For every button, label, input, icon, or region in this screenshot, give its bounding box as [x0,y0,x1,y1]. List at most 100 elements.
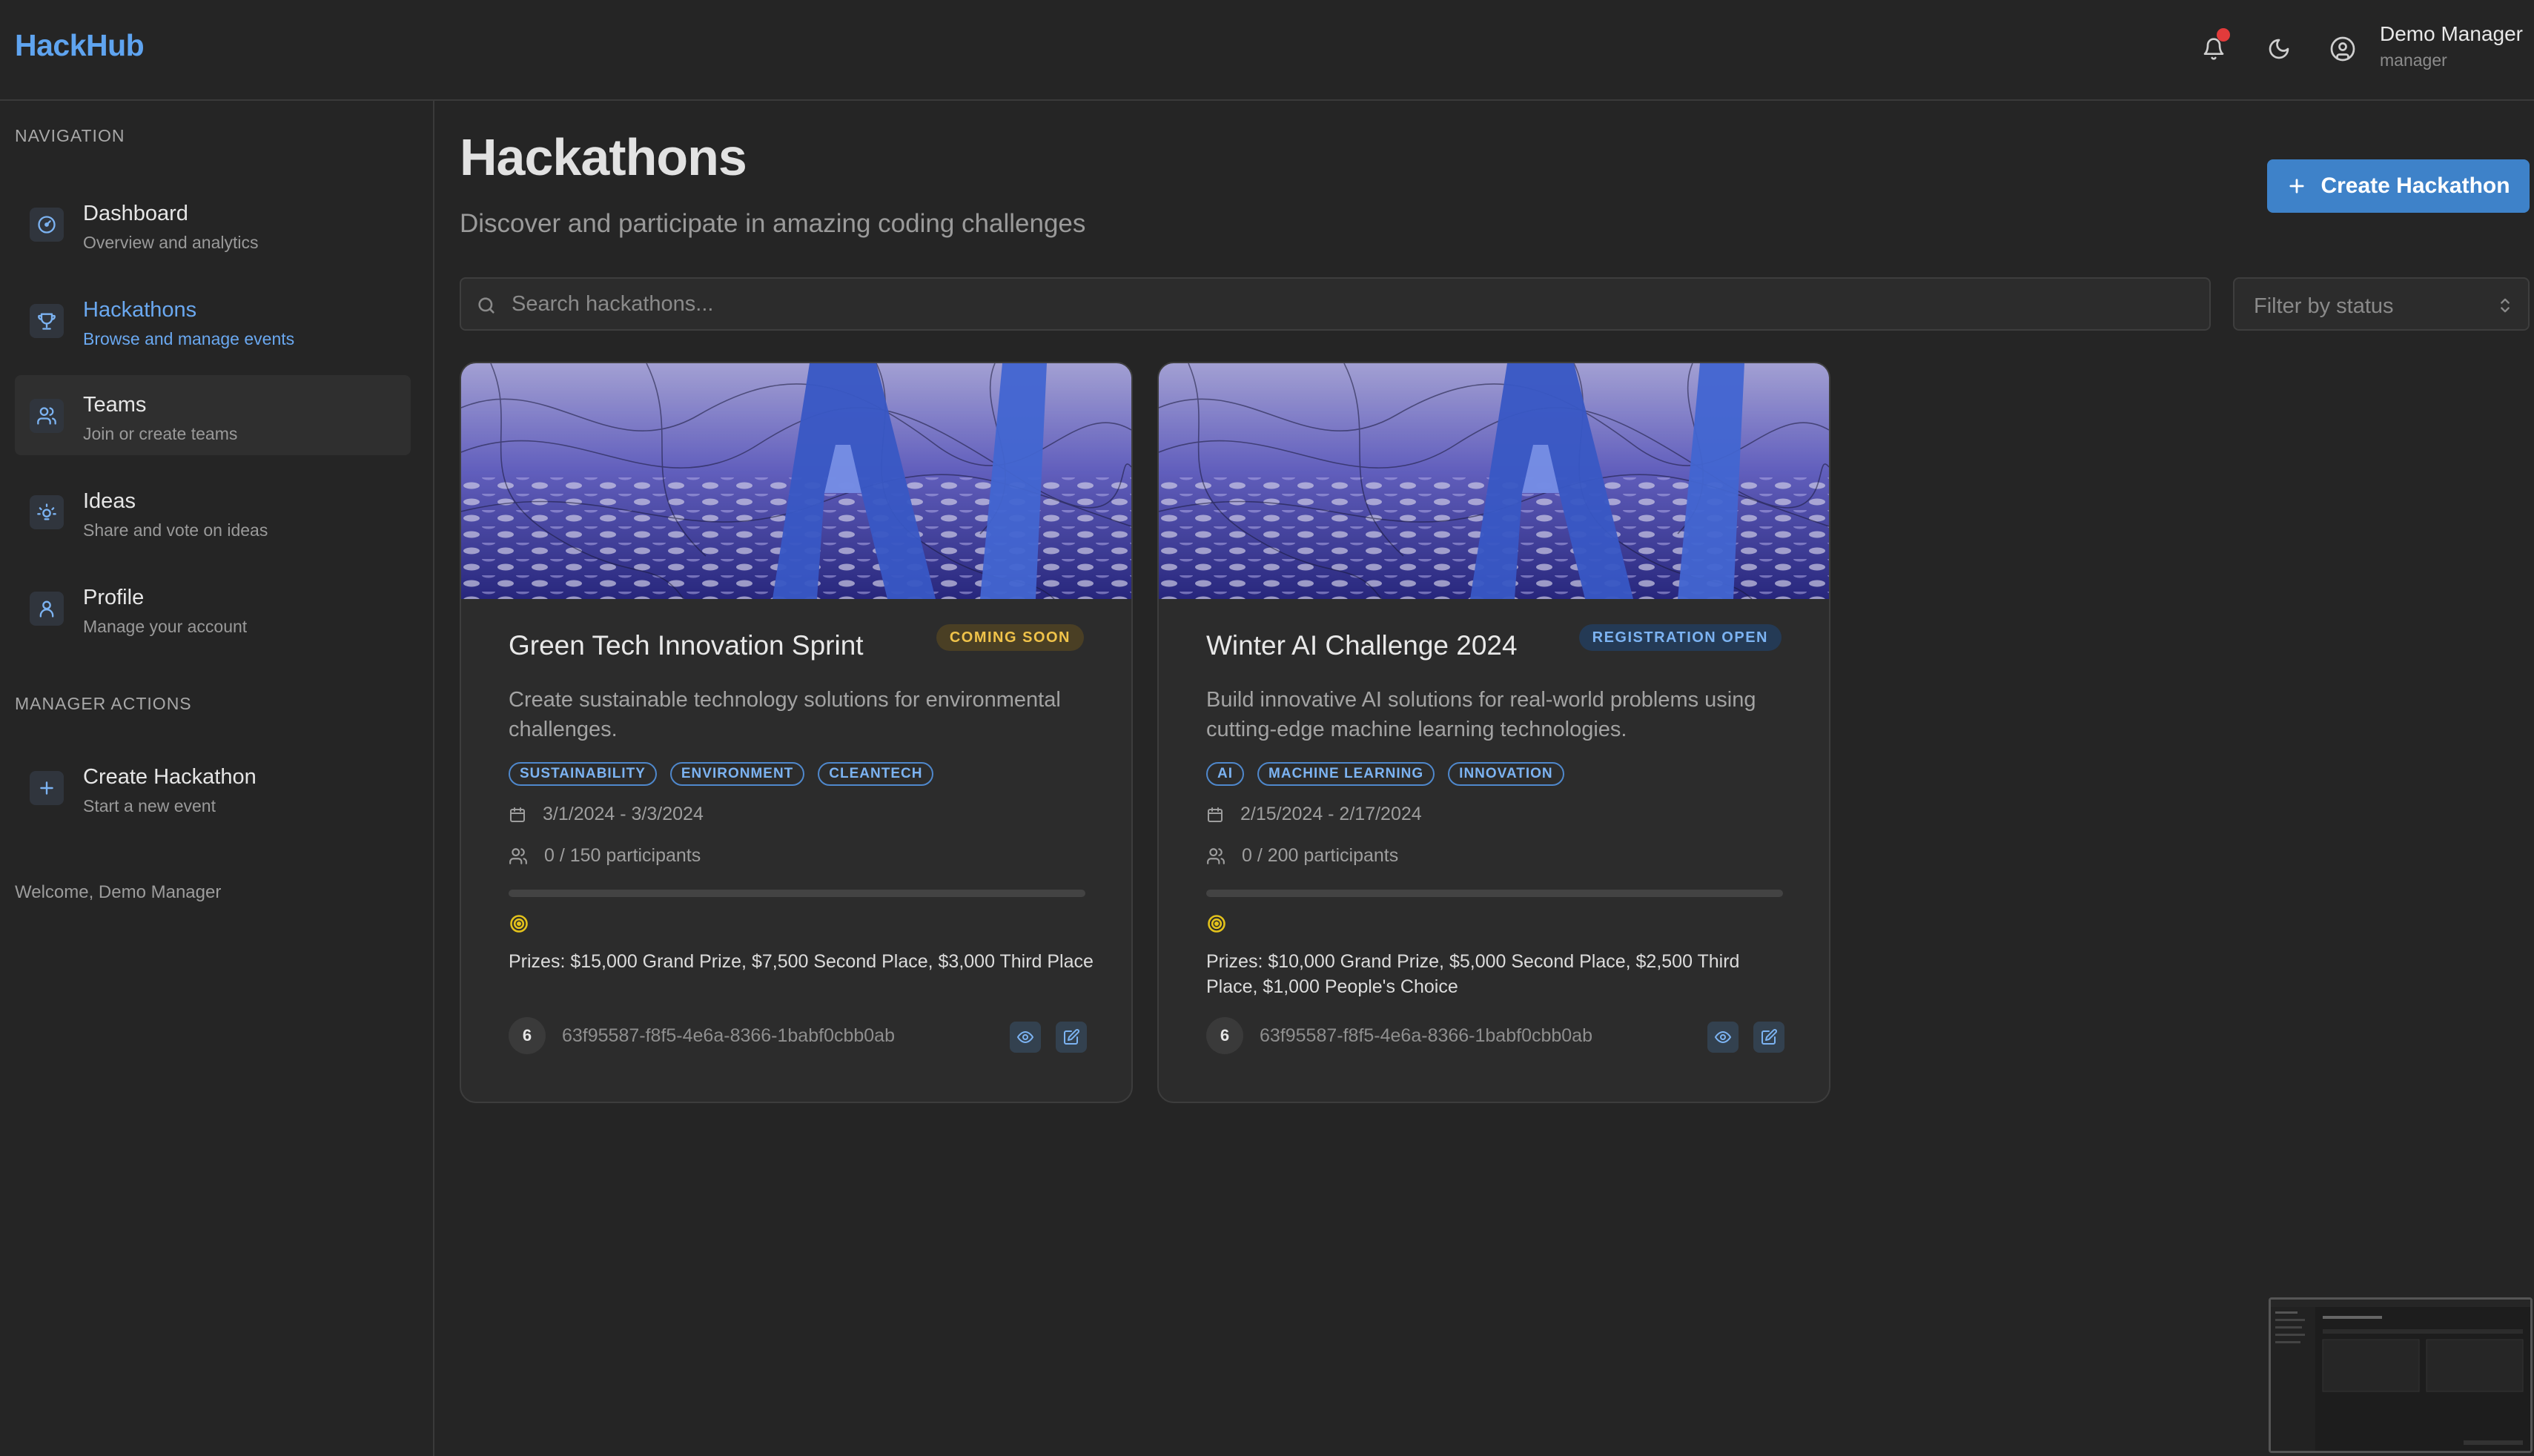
participants-progress-bar [509,890,1085,897]
sidebar-item-description: Overview and analytics [83,233,259,252]
hackathon-id: 63f95587-f8f5-4e6a-8366-1babf0cbb0ab [1260,1025,1592,1046]
tag-chip: CLEANTECH [818,762,934,786]
tag-chip: SUSTAINABILITY [509,762,657,786]
sidebar-item-description: Manage your account [83,617,248,636]
edit-icon [1064,1029,1079,1045]
sidebar: NAVIGATION Dashboard Overview and analyt… [0,101,434,1456]
preview-image [2271,1300,2530,1451]
search-box [460,277,2211,331]
plus-icon [40,781,53,795]
top-header: HackHub Demo Manager manager [0,0,2534,101]
hackathon-card[interactable]: Green Tech Innovation Sprint COMING SOON… [460,362,1133,1103]
edit-button[interactable] [1056,1022,1087,1053]
lightbulb-icon [37,503,56,520]
hackathon-description: Build innovative AI solutions for real-w… [1206,688,1756,741]
hackathon-title: Green Tech Innovation Sprint [509,630,864,661]
moon-icon [2269,39,2289,59]
sidebar-item-ideas[interactable]: Ideas Share and vote on ideas [15,471,411,552]
status-filter-select[interactable]: Filter by status [2233,277,2530,331]
date-range-text: 2/15/2024 - 2/17/2024 [1240,804,1422,824]
date-range: 2/15/2024 - 2/17/2024 [1206,804,1422,825]
card-footer: 6 63f95587-f8f5-4e6a-8366-1babf0cbb0ab [509,1017,1087,1056]
chevron-updown-icon [2501,298,2510,313]
tag-chip: MACHINE LEARNING [1257,762,1435,786]
calendar-icon [1208,807,1223,822]
search-input[interactable] [510,279,2186,329]
create-hackathon-label: Create Hackathon [2320,173,2510,198]
status-badge: COMING SOON [936,624,1084,651]
theme-toggle-button[interactable] [2258,28,2300,70]
nav-section-title: NAVIGATION [15,126,125,145]
user-circle-icon [2330,36,2355,62]
trophy-icon [38,313,56,330]
target-icon [1208,915,1225,933]
calendar-icon [510,807,525,822]
sidebar-item-description: Share and vote on ideas [83,520,268,540]
edit-button[interactable] [1753,1022,1784,1053]
hackathon-banner-image [461,363,1131,599]
user-icon [39,600,54,618]
participants-text: 0 / 200 participants [1242,845,1399,866]
participants-progress-bar [1206,890,1783,897]
view-button[interactable] [1010,1022,1041,1053]
tag-list: AI MACHINE LEARNING INNOVATION [1206,762,1564,786]
search-icon [478,297,494,314]
eye-icon [1016,1030,1034,1044]
prizes-text: Prizes: $10,000 Grand Prize, $5,000 Seco… [1206,951,1740,997]
dashboard-icon [38,216,56,234]
team-count-avatar: 6 [1206,1017,1243,1054]
edit-icon [1761,1029,1777,1045]
notifications-button[interactable] [2193,28,2234,70]
user-info[interactable]: Demo Manager manager [2380,22,2523,70]
page-title: Hackathons [460,128,747,186]
plus-icon [2289,179,2305,193]
status-filter-placeholder: Filter by status [2254,294,2394,318]
participants-count: 0 / 150 participants [509,845,701,867]
users-icon [37,407,56,425]
hackathon-banner-image [1159,363,1829,599]
view-button[interactable] [1707,1022,1739,1053]
brand-logo[interactable]: HackHub [15,28,145,63]
page-subtitle: Discover and participate in amazing codi… [460,209,1086,238]
user-name: Demo Manager [2380,22,2523,45]
tag-list: SUSTAINABILITY ENVIRONMENT CLEANTECH [509,762,934,786]
sidebar-item-hackathons[interactable]: Hackathons Browse and manage events [15,280,411,360]
sidebar-item-description: Browse and manage events [83,329,295,348]
users-icon [1207,847,1225,864]
eye-icon [1714,1030,1732,1044]
target-icon [510,915,528,933]
welcome-message: Welcome, Demo Manager [15,882,222,902]
notification-dot [2217,28,2230,42]
sidebar-item-label: Profile [83,586,145,609]
sidebar-item-label: Create Hackathon [83,765,257,789]
team-count-avatar: 6 [509,1017,546,1054]
sidebar-item-label: Teams [83,393,147,417]
users-icon [509,847,527,864]
hackathon-id: 63f95587-f8f5-4e6a-8366-1babf0cbb0ab [562,1025,895,1046]
sidebar-item-create-hackathon[interactable]: Create Hackathon Start a new event [15,747,411,827]
card-footer: 6 63f95587-f8f5-4e6a-8366-1babf0cbb0ab [1206,1017,1784,1056]
sidebar-item-label: Hackathons [83,298,197,322]
sidebar-item-label: Ideas [83,489,136,513]
hackathon-card[interactable]: Winter AI Challenge 2024 REGISTRATION OP… [1157,362,1830,1103]
sidebar-item-description: Join or create teams [83,424,238,443]
sidebar-item-dashboard[interactable]: Dashboard Overview and analytics [15,184,411,264]
tag-chip: INNOVATION [1448,762,1564,786]
hackathon-title: Winter AI Challenge 2024 [1206,630,1518,661]
participants-text: 0 / 150 participants [544,845,701,866]
screen-preview-thumbnail[interactable] [2269,1297,2533,1453]
user-role: manager [2380,50,2447,70]
sidebar-item-description: Start a new event [83,796,216,815]
manager-section-title: MANAGER ACTIONS [15,694,192,713]
user-menu-button[interactable] [2322,28,2363,70]
create-hackathon-button[interactable]: Create Hackathon [2267,159,2530,213]
date-range-text: 3/1/2024 - 3/3/2024 [543,804,704,824]
tag-chip: AI [1206,762,1244,786]
sidebar-item-label: Dashboard [83,202,188,225]
sidebar-item-profile[interactable]: Profile Manage your account [15,568,411,648]
sidebar-item-teams[interactable]: Teams Join or create teams [15,375,411,455]
date-range: 3/1/2024 - 3/3/2024 [509,804,704,825]
participants-count: 0 / 200 participants [1206,845,1398,867]
status-badge: REGISTRATION OPEN [1578,624,1782,651]
hackathon-description: Create sustainable technology solutions … [509,688,1061,741]
